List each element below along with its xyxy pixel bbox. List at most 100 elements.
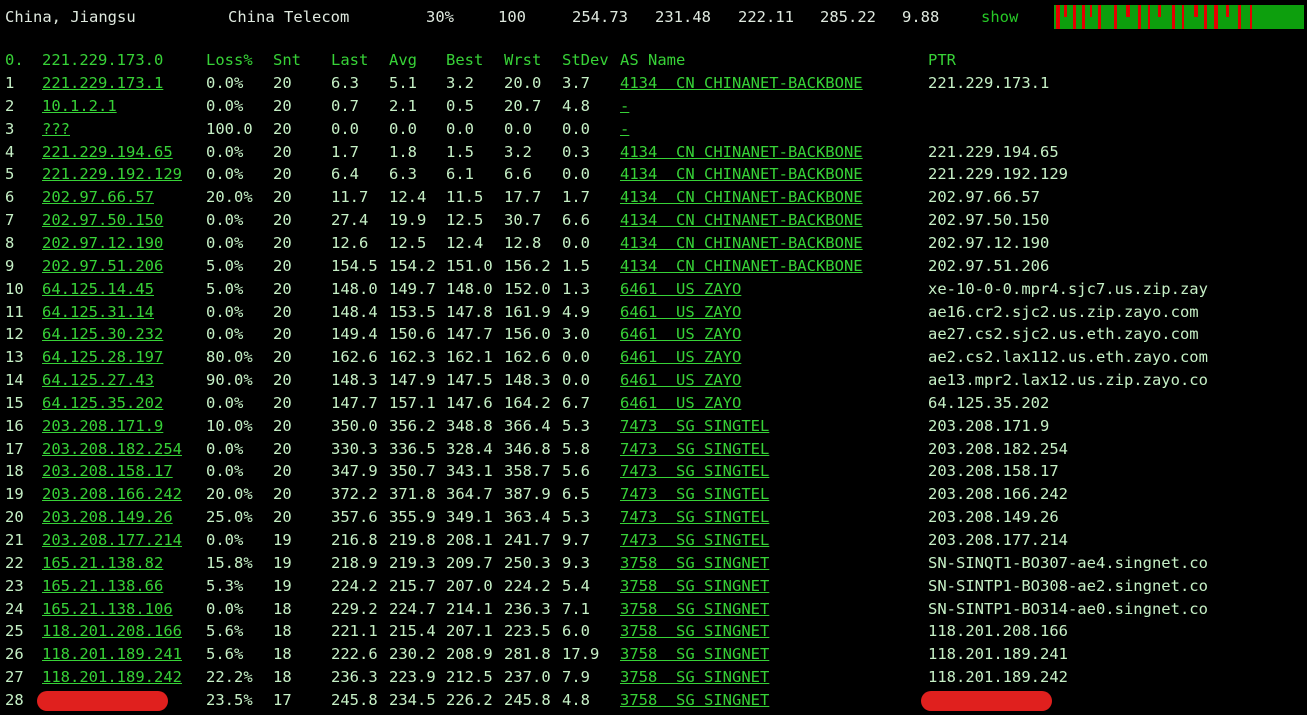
hop-ip[interactable]: 203.208.166.242 <box>42 483 182 505</box>
hop-ip[interactable]: 202.97.66.57 <box>42 186 154 208</box>
loss-stripe <box>1194 5 1198 17</box>
hop-best: 212.5 <box>446 668 493 687</box>
hop-as-name[interactable]: 6461 US ZAYO <box>620 301 741 323</box>
hop-ip[interactable]: 10.1.2.1 <box>42 95 117 117</box>
hop-ip[interactable]: 64.125.31.14 <box>42 301 154 323</box>
hop-last: 6.3 <box>331 74 359 92</box>
hop-as-name[interactable]: 4134 CN CHINANET-BACKBONE <box>620 232 863 254</box>
hop-as-name[interactable]: 6461 US ZAYO <box>620 278 741 300</box>
hop-ptr: SN-SINTP1-BO314-ae0.singnet.co <box>928 599 1208 618</box>
hop-avg: 219.8 <box>389 531 436 549</box>
hop-last: 222.6 <box>331 645 378 664</box>
hop-ip[interactable]: 165.21.138.82 <box>42 552 163 574</box>
hop-as-name[interactable]: 6461 US ZAYO <box>620 369 741 391</box>
hop-stdev: 7.1 <box>562 599 590 618</box>
hop-as-name[interactable]: 4134 CN CHINANET-BACKBONE <box>620 163 863 185</box>
hop-ip[interactable]: 64.125.30.232 <box>42 323 163 345</box>
hop-ip[interactable]: 64.125.14.45 <box>42 278 154 300</box>
hop-ip[interactable]: 203.208.158.17 <box>42 460 173 482</box>
hop-stdev: 5.6 <box>562 462 590 481</box>
hop-sent: 20 <box>273 279 292 298</box>
hop-stdev: 1.7 <box>562 188 590 207</box>
hop-ip[interactable]: 165.21.138.66 <box>42 575 163 597</box>
hop-ip[interactable]: 203.208.182.254 <box>42 438 182 460</box>
hop-avg: 12.4 <box>389 188 427 207</box>
hop-as-name[interactable]: 7473 SG SINGTEL <box>620 415 769 437</box>
hop-ptr: 221.229.194.65 <box>928 142 1059 161</box>
hop-ip[interactable]: 221.229.173.1 <box>42 72 163 94</box>
hop-ip[interactable]: 203.208.171.9 <box>42 415 163 437</box>
hop-ip[interactable]: 64.125.35.202 <box>42 392 163 414</box>
hop-worst: 224.2 <box>504 576 551 595</box>
hop-ip[interactable]: 202.97.12.190 <box>42 232 163 254</box>
hop-as-name[interactable]: 6461 US ZAYO <box>620 323 741 345</box>
hop-avg: 5.1 <box>389 74 417 92</box>
hop-ptr: 221.229.173.1 <box>928 74 1050 92</box>
show-link[interactable]: show <box>981 8 1018 26</box>
hop-as-name[interactable]: - <box>620 95 629 117</box>
hop-stdev: 0.0 <box>562 233 590 252</box>
hop-best: 6.1 <box>446 165 474 184</box>
hop-as-name[interactable]: 7473 SG SINGTEL <box>620 460 769 482</box>
hop-as-name[interactable]: 3758 SG SINGNET <box>620 666 769 688</box>
hop-as-name[interactable]: 3758 SG SINGNET <box>620 598 769 620</box>
hop-ptr: 203.208.177.214 <box>928 531 1068 549</box>
hop-worst: 12.8 <box>504 233 542 252</box>
hop-as-name[interactable]: 4134 CN CHINANET-BACKBONE <box>620 141 863 163</box>
hop-as-name[interactable]: 4134 CN CHINANET-BACKBONE <box>620 72 863 94</box>
redacted-ip-mark <box>37 690 168 711</box>
hop-ip[interactable]: 64.125.27.43 <box>42 369 154 391</box>
hop-ip[interactable]: 118.201.189.241 <box>42 643 182 665</box>
hop-ip[interactable]: 221.229.194.65 <box>42 141 173 163</box>
hop-number: 25 <box>5 622 24 641</box>
hop-ip[interactable]: 203.208.177.214 <box>42 529 182 551</box>
stat-4: 285.22 <box>820 8 876 26</box>
hop-as-name[interactable]: 3758 SG SINGNET <box>620 575 769 597</box>
hop-number: 19 <box>5 485 24 504</box>
hop-as-name[interactable]: 4134 CN CHINANET-BACKBONE <box>620 209 863 231</box>
loss-stripe <box>1148 5 1150 29</box>
col-ip: 221.229.173.0 <box>42 51 164 69</box>
hop-ip[interactable]: ??? <box>42 118 70 140</box>
hop-avg: 215.4 <box>389 622 436 641</box>
hop-as-name[interactable]: - <box>620 118 629 140</box>
hop-as-name[interactable]: 7473 SG SINGTEL <box>620 529 769 551</box>
hop-last: 347.9 <box>331 462 378 481</box>
hop-ip[interactable]: 202.97.51.206 <box>42 255 163 277</box>
hop-ptr: SN-SINTP1-BO308-ae2.singnet.co <box>928 576 1208 595</box>
hop-worst: 6.6 <box>504 165 532 184</box>
hop-number: 28 <box>5 690 24 709</box>
hop-ip[interactable]: 202.97.50.150 <box>42 209 163 231</box>
hop-as-name[interactable]: 3758 SG SINGNET <box>620 689 769 711</box>
hop-number: 2 <box>5 96 15 115</box>
table-row: 3??? 100.0 20 0.0 0.0 0.0 0.0 0.0 - <box>0 118 1307 140</box>
hop-as-name[interactable]: 6461 US ZAYO <box>620 392 741 414</box>
hop-number: 27 <box>5 668 24 687</box>
hop-best: 147.5 <box>446 371 493 390</box>
hop-stdev: 0.3 <box>562 142 590 161</box>
hop-ip[interactable]: 64.125.28.197 <box>42 346 163 368</box>
hop-as-name[interactable]: 3758 SG SINGNET <box>620 620 769 642</box>
redacted-ptr-mark <box>921 690 1052 711</box>
hop-as-name[interactable]: 3758 SG SINGNET <box>620 552 769 574</box>
loss-stripe <box>1056 5 1060 29</box>
hop-ptr: 203.208.158.17 <box>928 462 1059 481</box>
hop-worst: 387.9 <box>504 485 551 504</box>
hop-ip[interactable]: 165.21.138.106 <box>42 598 173 620</box>
hop-ip[interactable]: 118.201.208.166 <box>42 620 182 642</box>
hop-as-name[interactable]: 7473 SG SINGTEL <box>620 506 769 528</box>
hop-sent: 20 <box>273 119 292 138</box>
hop-ip[interactable]: 203.208.149.26 <box>42 506 173 528</box>
hop-as-name[interactable]: 6461 US ZAYO <box>620 346 741 368</box>
hop-as-name[interactable]: 4134 CN CHINANET-BACKBONE <box>620 186 863 208</box>
hop-as-name[interactable]: 7473 SG SINGTEL <box>620 483 769 505</box>
hop-sent: 20 <box>273 348 292 367</box>
hop-ip[interactable]: 221.229.192.129 <box>42 163 182 185</box>
col-as-name: AS Name <box>620 51 686 69</box>
hop-ip[interactable]: 118.201.189.242 <box>42 666 182 688</box>
hop-as-name[interactable]: 3758 SG SINGNET <box>620 643 769 665</box>
hop-as-name[interactable]: 7473 SG SINGTEL <box>620 438 769 460</box>
hop-as-name[interactable]: 4134 CN CHINANET-BACKBONE <box>620 255 863 277</box>
hop-best: 12.5 <box>446 211 484 230</box>
hop-avg: 157.1 <box>389 393 436 412</box>
